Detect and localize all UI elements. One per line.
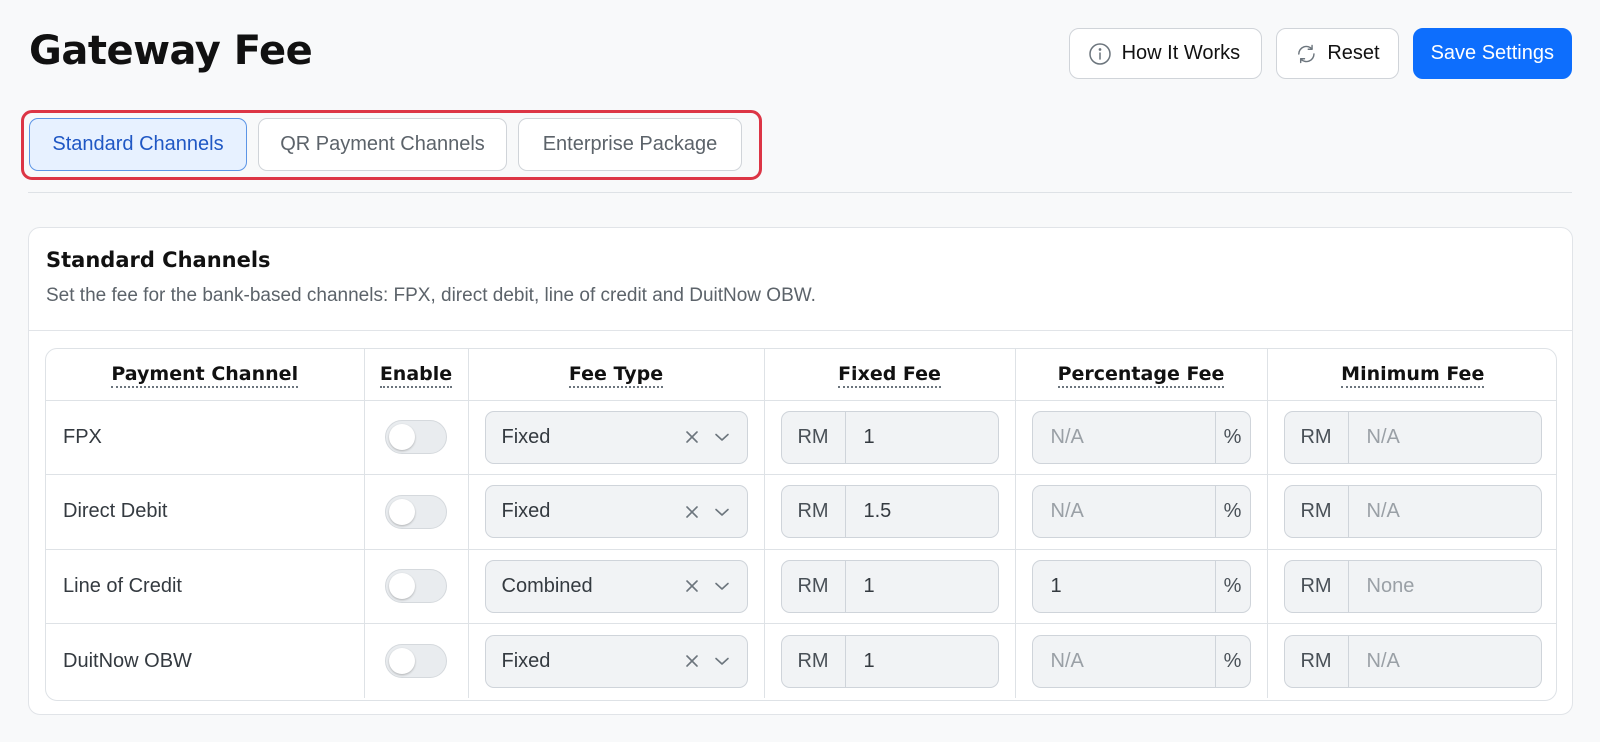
refresh-icon: [1297, 44, 1315, 63]
page-title: Gateway Fee: [29, 28, 313, 74]
fee-type-select[interactable]: Combined: [484, 559, 748, 613]
percentage-fee-group: %: [1031, 410, 1251, 464]
column-header: Fee Type: [468, 349, 765, 401]
currency-addon: RM: [1285, 560, 1349, 612]
column-header: Fixed Fee: [764, 349, 1016, 401]
table-row: Line of Credit Combined RM % RM: [46, 549, 1556, 624]
tab-qr-payment-channels[interactable]: QR Payment Channels: [258, 118, 507, 171]
fee-type-select[interactable]: Fixed: [484, 485, 748, 539]
minimum-fee-group: RM: [1283, 559, 1542, 613]
percentage-fee-group: %: [1031, 559, 1251, 613]
minimum-fee-input[interactable]: [1348, 411, 1541, 463]
fixed-fee-group: RM: [780, 559, 999, 613]
channel-name: Line of Credit: [46, 549, 365, 624]
toggle-knob: [389, 498, 415, 525]
fee-type-value: Combined: [501, 574, 593, 597]
card-description: Set the fee for the bank-based channels:…: [46, 285, 816, 306]
clear-icon[interactable]: [683, 428, 701, 446]
clear-icon[interactable]: [683, 652, 701, 670]
currency-addon: RM: [782, 411, 846, 463]
table-row: DuitNow OBW Fixed RM % RM: [46, 623, 1556, 698]
tab-enterprise-package[interactable]: Enterprise Package: [518, 118, 742, 171]
column-header: Payment Channel: [46, 349, 365, 401]
fixed-fee-group: RM: [780, 634, 999, 688]
toggle-knob: [389, 648, 415, 674]
currency-addon: RM: [1285, 635, 1349, 687]
currency-addon: RM: [1285, 486, 1349, 538]
enable-toggle[interactable]: [385, 420, 447, 455]
fixed-fee-input[interactable]: [845, 635, 998, 687]
fee-type-value: Fixed: [501, 649, 551, 672]
fixed-fee-input[interactable]: [845, 486, 998, 538]
percent-addon: %: [1214, 411, 1250, 463]
percent-addon: %: [1214, 560, 1250, 612]
chevron-down-icon[interactable]: [713, 577, 731, 595]
minimum-fee-group: RM: [1283, 410, 1542, 464]
currency-addon: RM: [782, 635, 846, 687]
fixed-fee-input[interactable]: [845, 411, 998, 463]
percent-addon: %: [1214, 635, 1250, 687]
percentage-fee-group: %: [1031, 485, 1251, 539]
channel-tabs: Standard Channels QR Payment Channels En…: [29, 118, 742, 171]
minimum-fee-group: RM: [1283, 485, 1542, 539]
enable-toggle[interactable]: [385, 494, 447, 529]
fee-type-select[interactable]: Fixed: [484, 634, 748, 688]
percentage-fee-input[interactable]: [1032, 486, 1215, 538]
minimum-fee-input[interactable]: [1348, 486, 1541, 538]
enable-toggle[interactable]: [385, 644, 447, 678]
channel-name: Direct Debit: [46, 474, 365, 550]
percentage-fee-group: %: [1031, 634, 1251, 688]
column-header: Enable: [364, 349, 469, 401]
tabs-highlight: Standard Channels QR Payment Channels En…: [21, 110, 762, 180]
toggle-knob: [389, 573, 415, 600]
card-title: Standard Channels: [46, 248, 271, 272]
percent-addon: %: [1214, 486, 1250, 538]
table-header-row: Payment Channel Enable Fee Type Fixed Fe…: [46, 349, 1556, 401]
toggle-knob: [389, 424, 415, 451]
column-header: Minimum Fee: [1267, 349, 1556, 401]
minimum-fee-group: RM: [1283, 634, 1542, 688]
channel-name: FPX: [46, 400, 365, 475]
currency-addon: RM: [782, 560, 846, 612]
chevron-down-icon[interactable]: [713, 428, 731, 446]
card-header: Standard Channels Set the fee for the ba…: [29, 228, 1572, 331]
percentage-fee-input[interactable]: [1032, 560, 1215, 612]
save-settings-button[interactable]: Save Settings: [1412, 28, 1572, 79]
clear-icon[interactable]: [683, 577, 701, 595]
fee-table-wrapper: Payment Channel Enable Fee Type Fixed Fe…: [45, 348, 1557, 701]
minimum-fee-input[interactable]: [1348, 560, 1541, 612]
column-header: Percentage Fee: [1015, 349, 1268, 401]
divider: [28, 192, 1572, 193]
chevron-down-icon[interactable]: [713, 652, 731, 670]
clear-icon[interactable]: [683, 503, 701, 521]
standard-channels-card: Standard Channels Set the fee for the ba…: [28, 227, 1573, 715]
currency-addon: RM: [782, 486, 846, 538]
table-row: FPX Fixed RM % RM: [46, 400, 1556, 475]
fixed-fee-group: RM: [780, 485, 999, 539]
enable-toggle[interactable]: [385, 569, 447, 604]
channel-name: DuitNow OBW: [46, 623, 365, 698]
currency-addon: RM: [1285, 411, 1349, 463]
chevron-down-icon[interactable]: [713, 503, 731, 521]
fee-type-value: Fixed: [501, 425, 551, 448]
reset-label: Reset: [1327, 42, 1380, 64]
info-icon: [1088, 42, 1111, 65]
table-row: Direct Debit Fixed RM % RM: [46, 474, 1556, 550]
percentage-fee-input[interactable]: [1032, 411, 1215, 463]
minimum-fee-input[interactable]: [1348, 635, 1541, 687]
header-actions: How It Works Reset Save Settings: [1068, 28, 1572, 79]
fee-type-select[interactable]: Fixed: [484, 410, 748, 464]
fee-table: Payment Channel Enable Fee Type Fixed Fe…: [46, 349, 1556, 698]
reset-button[interactable]: Reset: [1275, 28, 1399, 79]
how-it-works-label: How It Works: [1121, 42, 1241, 64]
fee-type-value: Fixed: [501, 500, 551, 523]
fixed-fee-group: RM: [780, 410, 999, 464]
percentage-fee-input[interactable]: [1032, 635, 1215, 687]
tab-standard-channels[interactable]: Standard Channels: [29, 118, 247, 171]
how-it-works-button[interactable]: How It Works: [1068, 28, 1262, 79]
fixed-fee-input[interactable]: [845, 560, 998, 612]
